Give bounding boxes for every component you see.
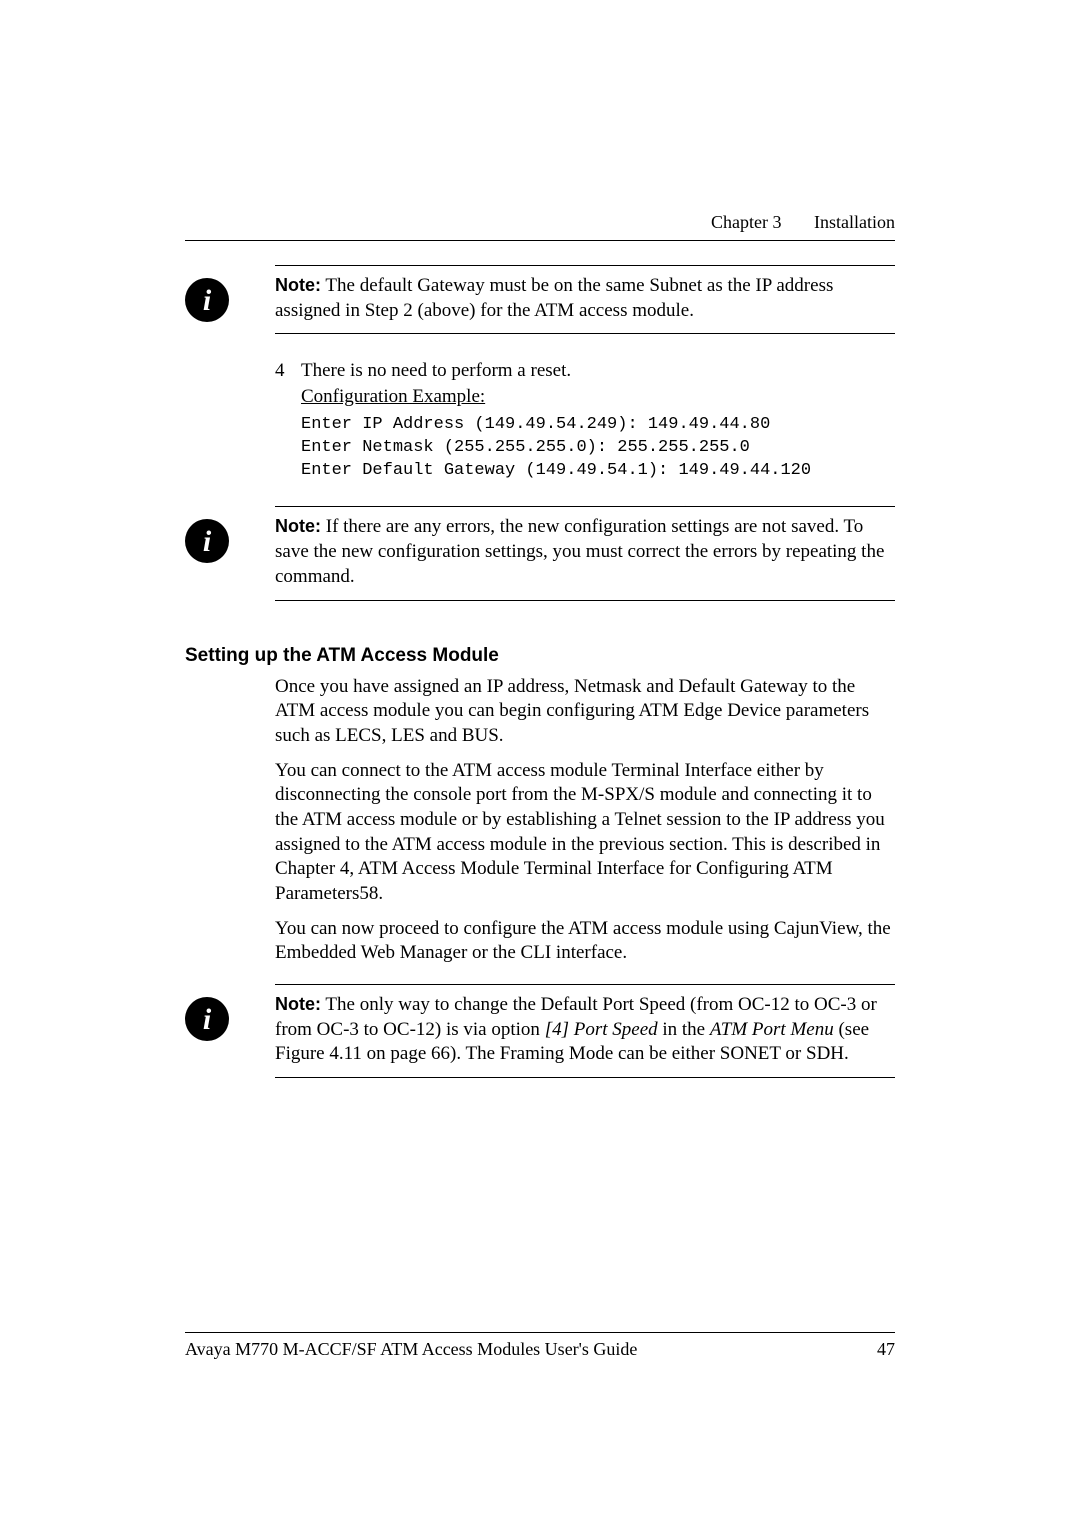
- step-body: There is no need to perform a reset. Con…: [301, 358, 895, 482]
- footer-title: Avaya M770 M-ACCF/SF ATM Access Modules …: [185, 1339, 637, 1360]
- note-block-3: i Note: The only way to change the Defau…: [275, 984, 895, 1078]
- step-number: 4: [275, 358, 301, 482]
- running-header: Chapter 3 Installation: [711, 212, 895, 233]
- section-body: Once you have assigned an IP address, Ne…: [275, 675, 895, 967]
- section-heading: Setting up the ATM Access Module: [185, 645, 895, 667]
- info-icon: i: [185, 997, 229, 1041]
- chapter-title: Installation: [814, 212, 895, 232]
- header-rule: [185, 240, 895, 241]
- info-icon: i: [185, 519, 229, 563]
- paragraph: You can connect to the ATM access module…: [275, 759, 895, 907]
- page-content: i Note: The default Gateway must be on t…: [185, 265, 895, 1078]
- page-number: 47: [877, 1339, 895, 1360]
- note-text: If there are any errors, the new configu…: [275, 516, 884, 586]
- config-example-code: Enter IP Address (149.49.54.249): 149.49…: [301, 414, 895, 483]
- config-example-label: Configuration Example:: [301, 384, 895, 410]
- document-page: Chapter 3 Installation i Note: The defau…: [0, 0, 1080, 1528]
- note-label: Note:: [275, 516, 321, 536]
- note-text: The default Gateway must be on the same …: [275, 275, 833, 321]
- page-footer: Avaya M770 M-ACCF/SF ATM Access Modules …: [185, 1339, 895, 1360]
- note-label: Note:: [275, 994, 321, 1014]
- paragraph: You can now proceed to configure the ATM…: [275, 917, 895, 966]
- info-icon: i: [185, 278, 229, 322]
- note-block-1: i Note: The default Gateway must be on t…: [275, 265, 895, 334]
- option-ref: [4] Port Speed: [545, 1019, 658, 1040]
- note-block-2: i Note: If there are any errors, the new…: [275, 506, 895, 600]
- footer-rule: [185, 1332, 895, 1333]
- step-line: There is no need to perform a reset.: [301, 358, 895, 384]
- paragraph: Once you have assigned an IP address, Ne…: [275, 675, 895, 749]
- note-label: Note:: [275, 275, 321, 295]
- chapter-label: Chapter 3: [711, 212, 809, 232]
- note-text-part: in the: [658, 1019, 710, 1040]
- menu-ref: ATM Port Menu: [710, 1019, 834, 1040]
- step-4: 4 There is no need to perform a reset. C…: [275, 358, 895, 482]
